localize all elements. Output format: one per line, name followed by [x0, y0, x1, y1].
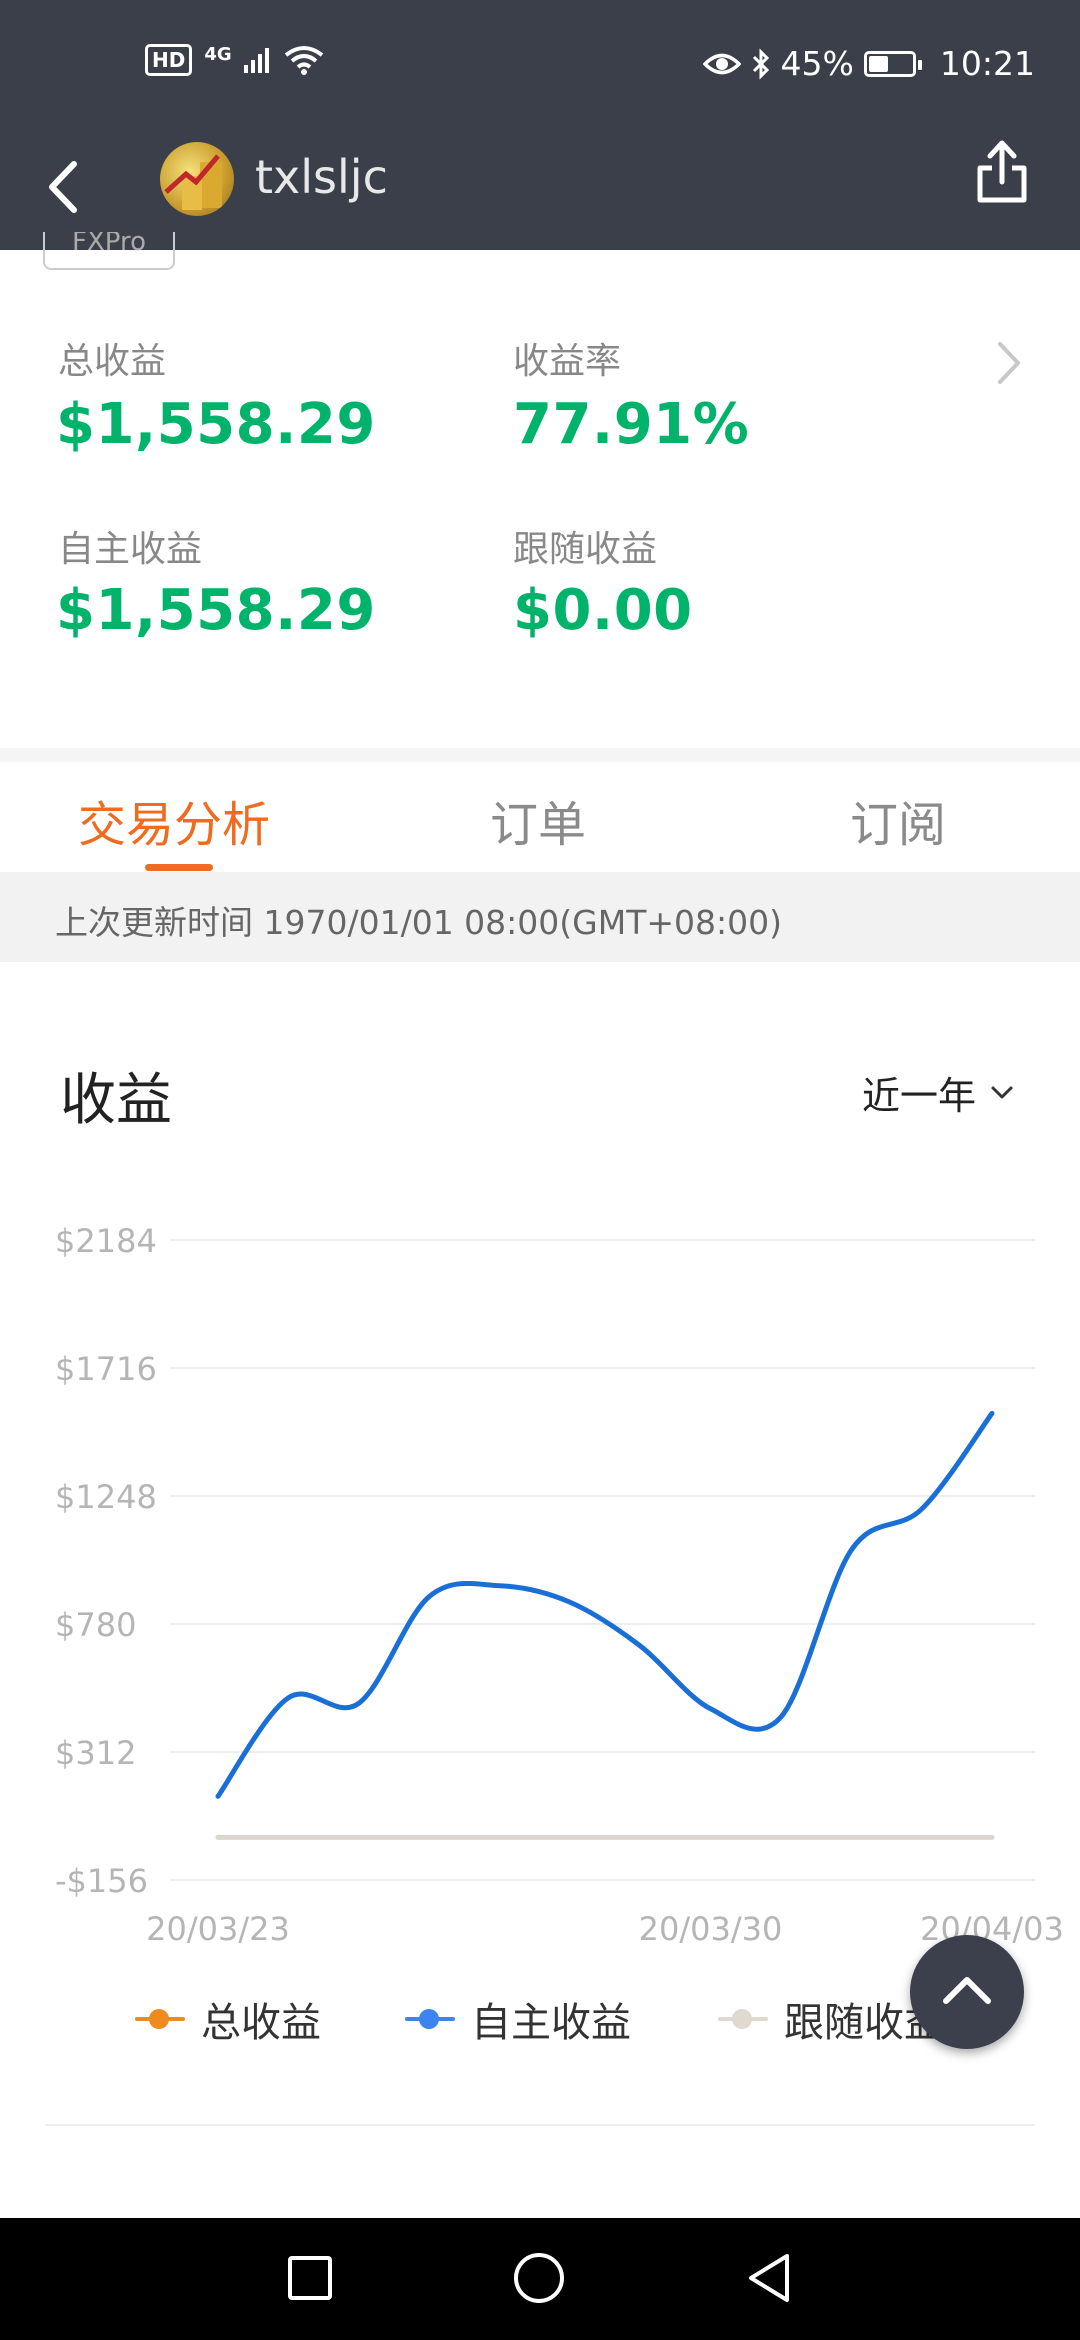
total-profit-value: $1,558.29 [56, 392, 376, 457]
chart-title: 收益 [60, 1068, 172, 1133]
tab-subscriptions[interactable]: 订阅 [850, 785, 946, 855]
bluetooth-icon [752, 47, 769, 80]
tab-trade-analysis[interactable]: 交易分析 [78, 785, 270, 855]
y-tick-label: $1248 [55, 1478, 157, 1516]
y-tick-label: $1716 [55, 1350, 157, 1388]
hd-badge: HD [145, 44, 193, 76]
share-icon[interactable] [970, 130, 1034, 210]
avatar[interactable] [160, 142, 234, 216]
y-tick-label: $312 [55, 1734, 136, 1772]
scroll-top-button[interactable] [910, 1935, 1024, 2049]
range-select[interactable]: 近一年 [862, 1065, 1014, 1120]
legend-label: 总收益 [201, 2000, 321, 2046]
range-select-label: 近一年 [862, 1074, 977, 1118]
chevron-up-icon [943, 1977, 991, 2004]
profit-chart: $2184 $1716 $1248 $780 $312 -$156 20/03/23 20/0… [55, 1222, 1064, 1948]
last-update-text: 上次更新时间 1970/01/01 08:00(GMT+08:00) [55, 903, 782, 942]
status-right: 45% 10:21 [702, 44, 1035, 83]
recents-icon[interactable] [286, 2254, 334, 2302]
battery-percent: 45% [780, 44, 854, 83]
legend-total-profit[interactable]: 总收益 [135, 1990, 321, 2048]
chevron-right-icon[interactable] [994, 338, 1024, 388]
system-nav-bar [0, 2218, 1080, 2340]
status-bar: HD 4G 45% 10:21 [0, 0, 1080, 130]
yield-label: 收益率 [513, 341, 622, 382]
back-nav-icon[interactable] [745, 2252, 793, 2304]
clock: 10:21 [939, 44, 1035, 83]
chart-up-icon [164, 154, 222, 210]
network-type: 4G [204, 43, 232, 65]
tab-orders[interactable]: 订单 [490, 785, 586, 855]
update-bar: 上次更新时间 1970/01/01 08:00(GMT+08:00) [0, 872, 1080, 962]
y-tick-label: -$156 [55, 1862, 148, 1900]
legend-label: 自主收益 [471, 2000, 631, 2046]
content-divider [45, 2124, 1035, 2126]
app-header: HD 4G 45% 10:21 txlsljc [0, 0, 1080, 250]
total-profit-label: 总收益 [58, 341, 167, 382]
broker-tag: FXPro [43, 232, 175, 270]
yield-value: 77.91% [513, 392, 750, 457]
eye-comfort-icon [702, 53, 741, 74]
own-profit-label: 自主收益 [58, 529, 203, 570]
chevron-down-icon [991, 1086, 1013, 1098]
chevron-left-icon[interactable] [36, 150, 96, 220]
wifi-icon [284, 46, 323, 75]
home-icon[interactable] [513, 2252, 565, 2304]
y-tick-label: $780 [55, 1606, 136, 1644]
active-tab-indicator [145, 864, 213, 871]
y-tick-label: $2184 [55, 1222, 157, 1260]
signal-icon [243, 48, 269, 73]
legend-own-profit[interactable]: 自主收益 [405, 1990, 631, 2048]
series-line-own [215, 1410, 995, 1799]
own-profit-value: $1,558.29 [56, 578, 376, 643]
follow-profit-label: 跟随收益 [513, 529, 658, 570]
battery-icon [863, 50, 922, 77]
section-divider [0, 748, 1080, 762]
follow-profit-value: $0.00 [513, 578, 693, 643]
username: txlsljc [255, 150, 388, 204]
x-tick-label: 20/03/23 [146, 1910, 290, 1948]
x-tick-label: 20/03/30 [639, 1910, 783, 1948]
status-left: HD 4G [145, 44, 324, 76]
